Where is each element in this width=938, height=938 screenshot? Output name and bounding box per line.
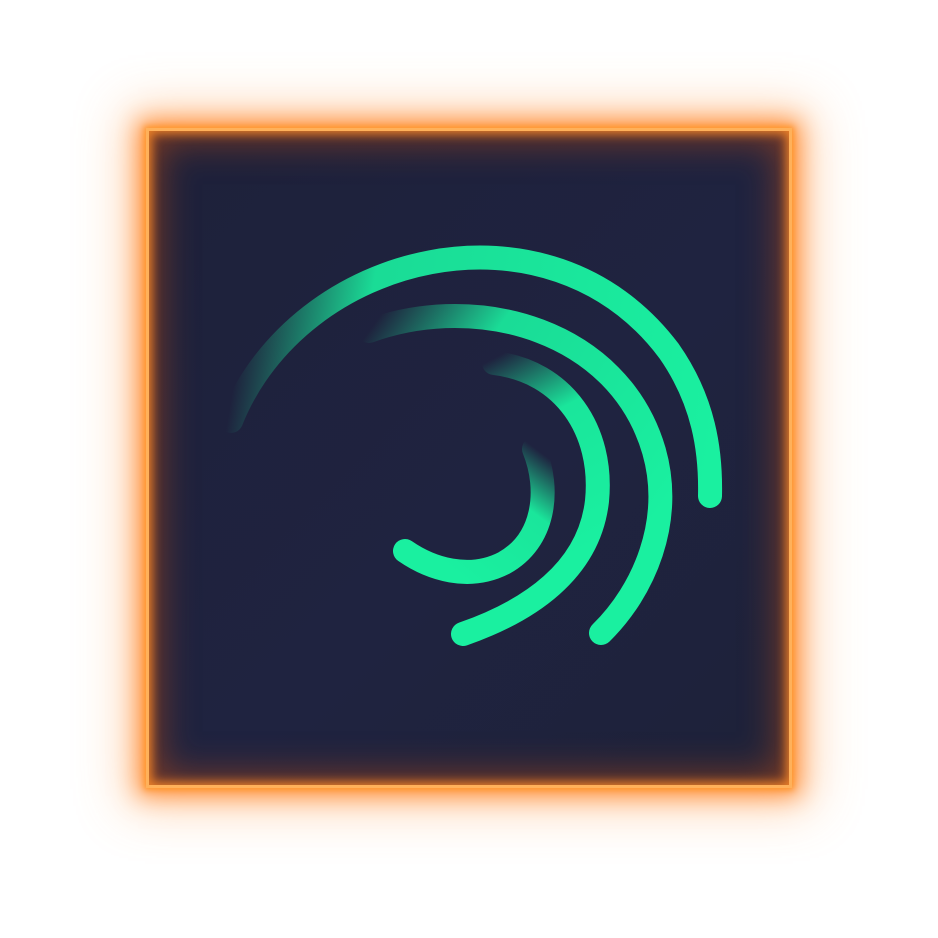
canvas [0, 0, 938, 938]
outer-arc [219, 245, 723, 508]
third-arc [451, 351, 610, 646]
core-arc [393, 437, 555, 584]
app-icon[interactable] [146, 128, 792, 788]
swirl-arcs-icon [219, 245, 723, 646]
